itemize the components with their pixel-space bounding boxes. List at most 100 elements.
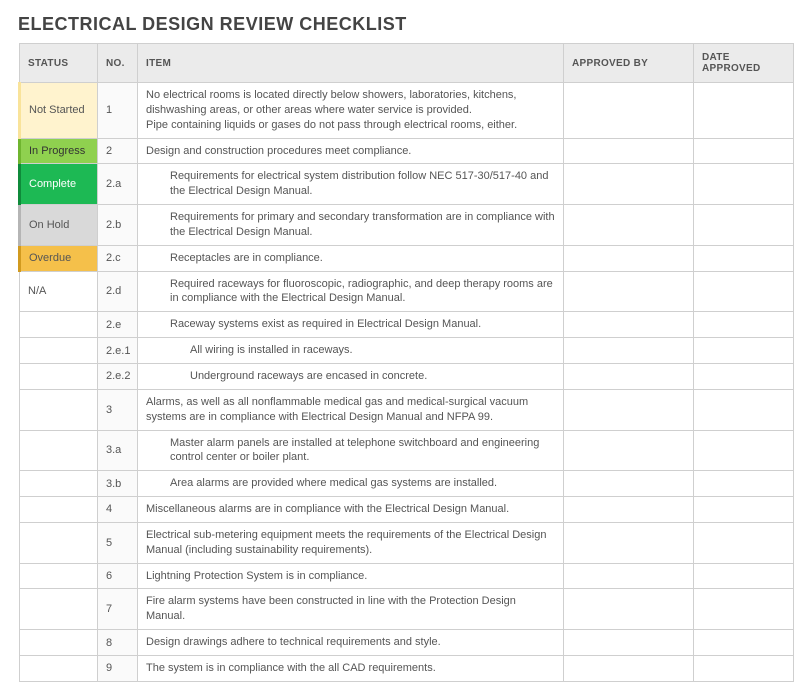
item-cell: Design and construction procedures meet … [138,138,564,164]
date-approved-cell[interactable] [694,164,794,205]
item-cell: All wiring is installed in raceways. [138,338,564,364]
approved-by-cell[interactable] [564,589,694,630]
table-row: 6Lightning Protection System is in compl… [20,563,794,589]
item-text: Requirements for primary and secondary t… [146,210,555,240]
approved-by-cell[interactable] [564,471,694,497]
no-cell: 3 [98,389,138,430]
no-cell: 3.a [98,430,138,471]
approved-by-cell[interactable] [564,497,694,523]
date-approved-cell[interactable] [694,363,794,389]
checklist-table: STATUS NO. ITEM APPROVED BY DATE APPROVE… [18,43,794,682]
date-approved-cell[interactable] [694,338,794,364]
date-approved-cell[interactable] [694,589,794,630]
table-row: 3.b Area alarms are provided where medica… [20,471,794,497]
date-approved-cell[interactable] [694,563,794,589]
approved-by-cell[interactable] [564,522,694,563]
approved-by-cell[interactable] [564,430,694,471]
status-cell[interactable]: Overdue [20,245,98,271]
status-cell [20,471,98,497]
date-approved-cell[interactable] [694,271,794,312]
status-cell[interactable]: N/A [20,271,98,312]
approved-by-cell[interactable] [564,563,694,589]
item-text: Requirements for electrical system distr… [146,169,555,199]
approved-by-cell[interactable] [564,205,694,246]
table-header-row: STATUS NO. ITEM APPROVED BY DATE APPROVE… [20,44,794,83]
status-cell[interactable]: Not Started [20,83,98,139]
table-row: Not Started1No electrical rooms is locat… [20,83,794,139]
no-cell: 5 [98,522,138,563]
item-cell: Requirements for primary and secondary t… [138,205,564,246]
no-cell: 2.e.1 [98,338,138,364]
no-cell: 4 [98,497,138,523]
date-approved-cell[interactable] [694,83,794,139]
approved-by-cell[interactable] [564,164,694,205]
col-approved-by: APPROVED BY [564,44,694,83]
item-text: Required raceways for fluoroscopic, radi… [146,277,555,307]
status-cell [20,389,98,430]
approved-by-cell[interactable] [564,245,694,271]
item-text: Area alarms are provided where medical g… [146,476,497,491]
no-cell: 2.d [98,271,138,312]
date-approved-cell[interactable] [694,245,794,271]
table-row: 7Fire alarm systems have been constructe… [20,589,794,630]
status-cell [20,430,98,471]
date-approved-cell[interactable] [694,430,794,471]
item-text: All wiring is installed in raceways. [146,343,353,358]
no-cell: 2.e [98,312,138,338]
approved-by-cell[interactable] [564,83,694,139]
item-text: Underground raceways are encased in conc… [146,369,427,384]
no-cell: 2 [98,138,138,164]
no-cell: 2.c [98,245,138,271]
status-cell [20,655,98,681]
date-approved-cell[interactable] [694,471,794,497]
date-approved-cell[interactable] [694,497,794,523]
date-approved-cell[interactable] [694,205,794,246]
col-no: NO. [98,44,138,83]
date-approved-cell[interactable] [694,522,794,563]
no-cell: 1 [98,83,138,139]
date-approved-cell[interactable] [694,655,794,681]
item-cell: Lightning Protection System is in compli… [138,563,564,589]
date-approved-cell[interactable] [694,389,794,430]
approved-by-cell[interactable] [564,271,694,312]
table-row: 4Miscellaneous alarms are in compliance … [20,497,794,523]
status-cell[interactable]: Complete [20,164,98,205]
item-text: Design and construction procedures meet … [146,144,411,159]
approved-by-cell[interactable] [564,655,694,681]
status-cell[interactable]: On Hold [20,205,98,246]
item-cell: Raceway systems exist as required in Ele… [138,312,564,338]
date-approved-cell[interactable] [694,138,794,164]
date-approved-cell[interactable] [694,630,794,656]
col-status: STATUS [20,44,98,83]
status-cell [20,563,98,589]
item-cell: Requirements for electrical system distr… [138,164,564,205]
approved-by-cell[interactable] [564,630,694,656]
no-cell: 2.b [98,205,138,246]
date-approved-cell[interactable] [694,312,794,338]
col-date-approved: DATE APPROVED [694,44,794,83]
no-cell: 8 [98,630,138,656]
table-row: 8 Design drawings adhere to technical req… [20,630,794,656]
status-cell[interactable]: In Progress [20,138,98,164]
item-text: Alarms, as well as all nonflammable medi… [146,395,555,425]
status-cell [20,312,98,338]
approved-by-cell[interactable] [564,138,694,164]
table-row: On Hold2.b Requirements for primary and s… [20,205,794,246]
item-text: Design drawings adhere to technical requ… [146,635,441,650]
item-cell: Receptacles are in compliance. [138,245,564,271]
approved-by-cell[interactable] [564,338,694,364]
approved-by-cell[interactable] [564,312,694,338]
item-text: Master alarm panels are installed at tel… [146,436,555,466]
item-cell: Alarms, as well as all nonflammable medi… [138,389,564,430]
item-text: Fire alarm systems have been constructed… [146,594,555,624]
approved-by-cell[interactable] [564,363,694,389]
approved-by-cell[interactable] [564,389,694,430]
item-cell: The system is in compliance with the all… [138,655,564,681]
status-cell [20,589,98,630]
table-row: 2.e.1 All wiring is installed in raceways… [20,338,794,364]
no-cell: 3.b [98,471,138,497]
table-row: 5Electrical sub-metering equipment meets… [20,522,794,563]
item-cell: Fire alarm systems have been constructed… [138,589,564,630]
status-cell [20,522,98,563]
table-row: Complete2.aRequirements for electrical s… [20,164,794,205]
